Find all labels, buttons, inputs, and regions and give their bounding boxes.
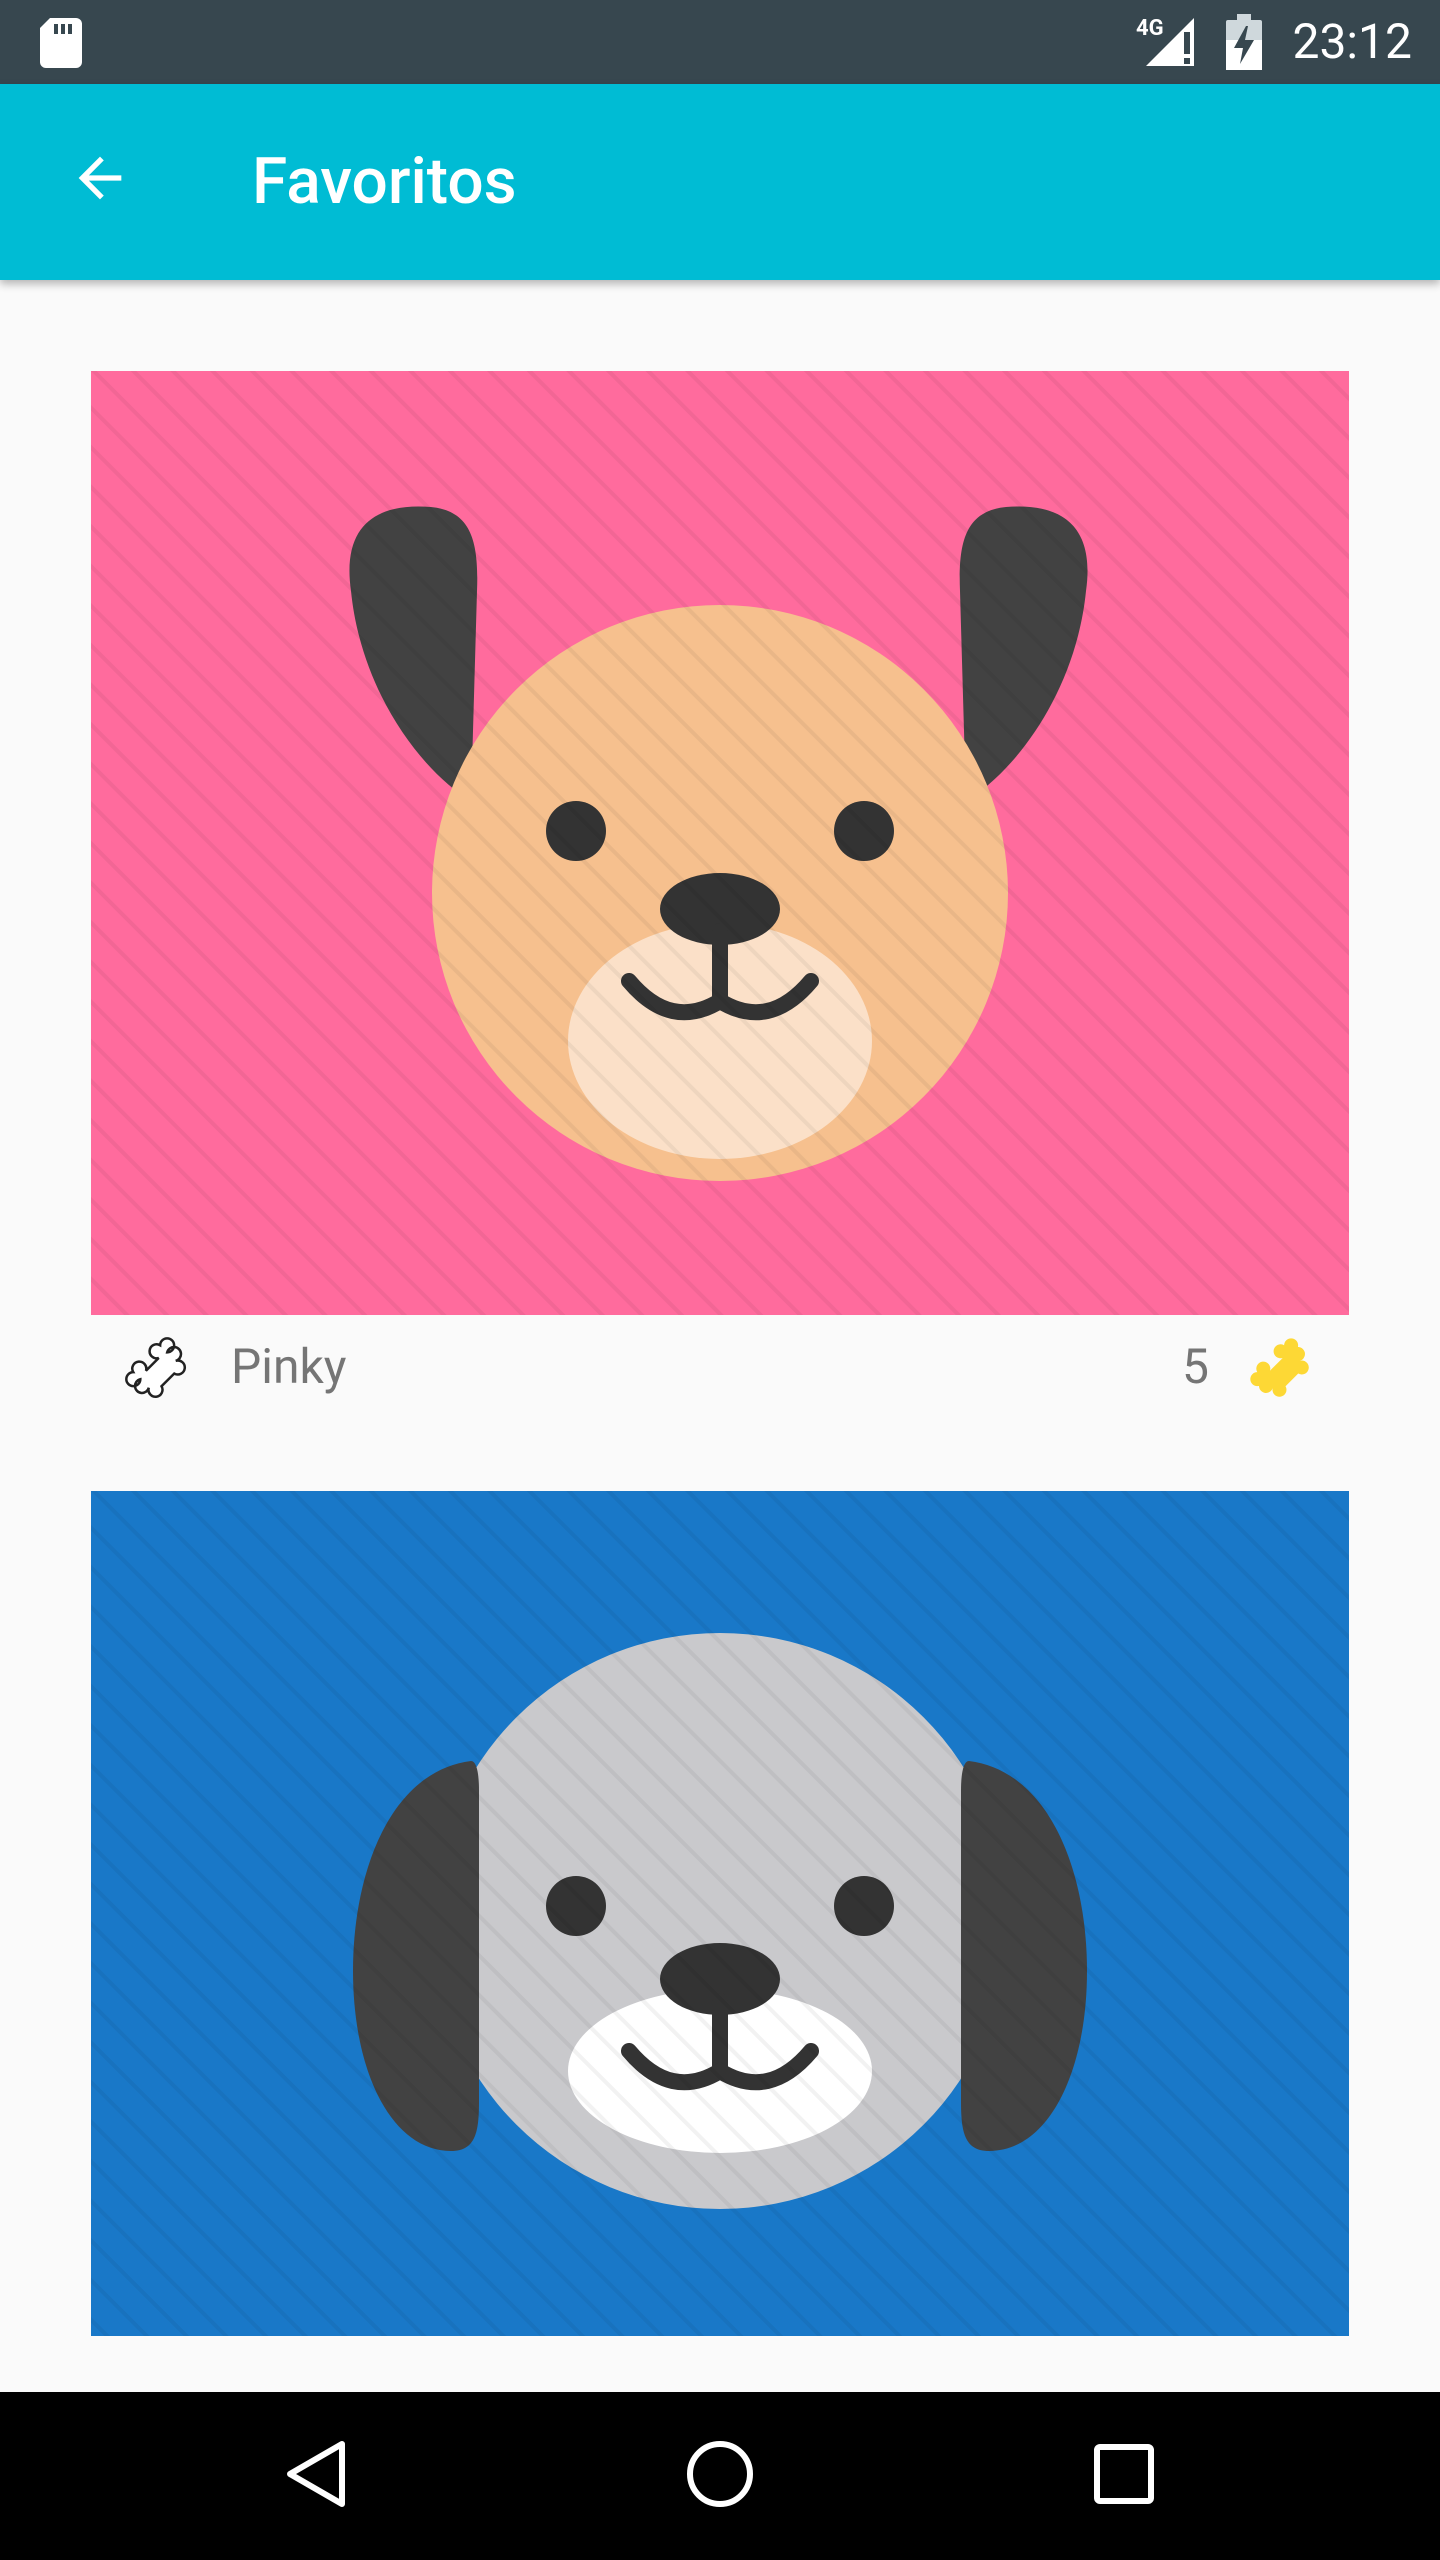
sd-card-icon bbox=[40, 18, 82, 72]
nav-home-button[interactable] bbox=[672, 2428, 768, 2524]
back-button[interactable] bbox=[56, 136, 144, 224]
favorite-card[interactable]: Pinky 5 bbox=[91, 371, 1349, 1421]
battery-icon bbox=[1226, 14, 1262, 74]
navigation-bar bbox=[0, 2392, 1440, 2560]
nav-recents-icon bbox=[1093, 2443, 1155, 2509]
dog-image[interactable] bbox=[91, 1491, 1349, 2336]
dog-image[interactable] bbox=[91, 371, 1349, 1315]
nav-back-icon bbox=[284, 2438, 348, 2514]
favorite-card[interactable] bbox=[91, 1491, 1349, 2336]
signal-icon bbox=[1146, 18, 1202, 70]
nav-back-button[interactable] bbox=[268, 2428, 364, 2524]
page-title: Favoritos bbox=[252, 144, 517, 219]
nav-recents-button[interactable] bbox=[1076, 2428, 1172, 2524]
card-footer: Pinky 5 bbox=[91, 1315, 1349, 1421]
bone-outline-icon[interactable] bbox=[121, 1333, 195, 1411]
nav-home-icon bbox=[685, 2439, 755, 2513]
pet-name: Pinky bbox=[231, 1338, 347, 1395]
favorite-count: 5 bbox=[1182, 1338, 1209, 1395]
bone-filled-icon[interactable] bbox=[1245, 1333, 1319, 1411]
app-bar: Favoritos bbox=[0, 84, 1440, 280]
status-time: 23:12 bbox=[1292, 13, 1412, 70]
status-bar: 4G 23:12 bbox=[0, 0, 1440, 84]
arrow-back-icon bbox=[68, 146, 132, 214]
